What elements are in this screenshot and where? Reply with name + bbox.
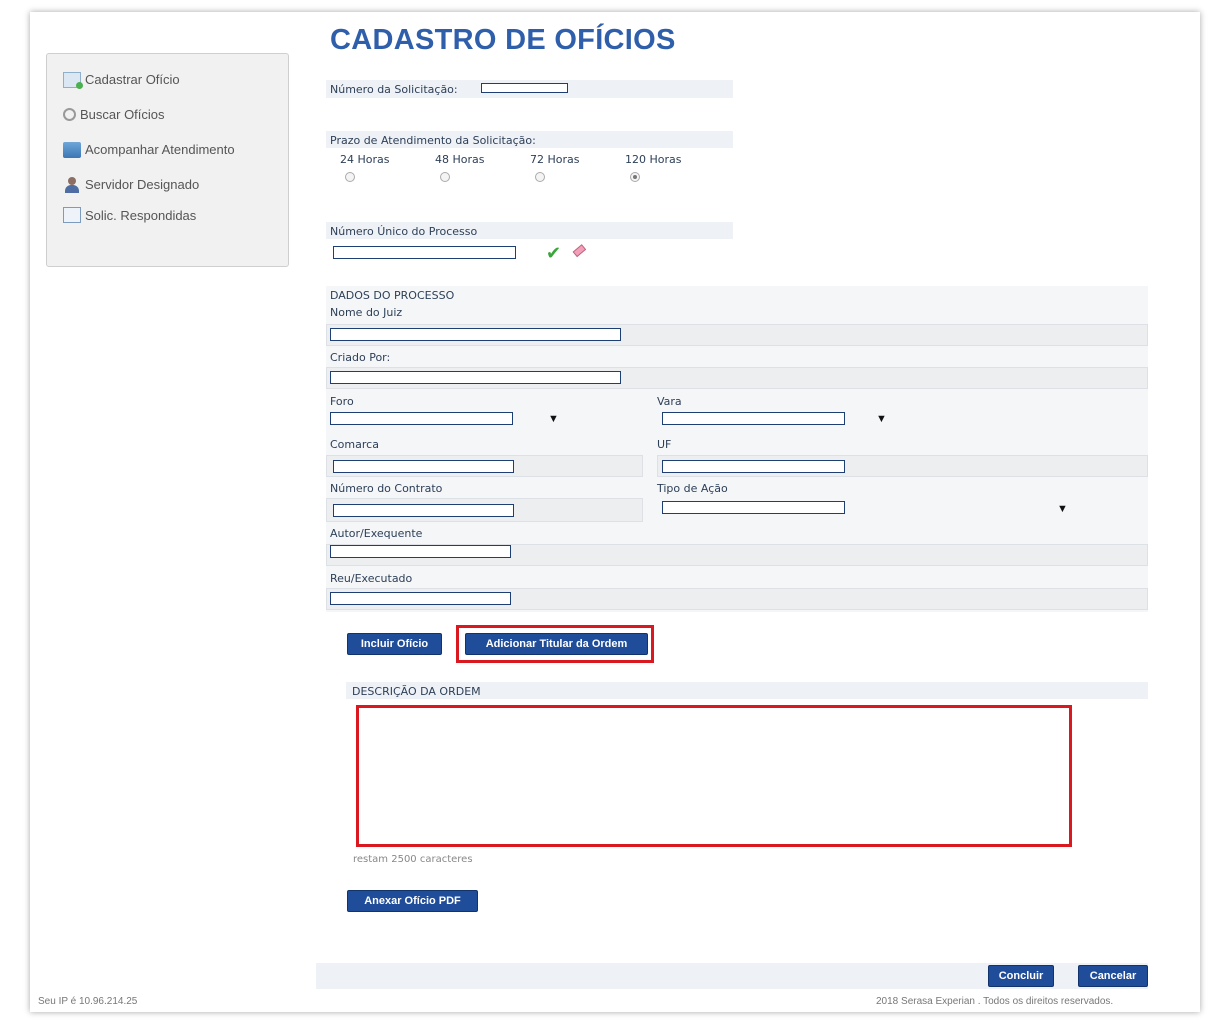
footer-copyright: 2018 Serasa Experian . Todos os direitos…	[876, 996, 1114, 1007]
chevron-down-icon[interactable]: ▼	[1057, 503, 1068, 515]
autor-input[interactable]	[330, 545, 511, 558]
sidebar-item-label: Solic. Respondidas	[85, 207, 197, 223]
uf-input[interactable]	[662, 460, 845, 473]
radio-button-selected[interactable]	[630, 172, 640, 182]
criado-por-input[interactable]	[330, 371, 621, 384]
cancelar-button[interactable]: Cancelar	[1078, 965, 1148, 987]
sidebar-item-cadastrar-oficio[interactable]: Cadastrar Ofício	[47, 62, 288, 97]
sidebar-item-solic-respondidas[interactable]: Solic. Respondidas	[47, 202, 288, 228]
numero-contrato-input[interactable]	[333, 504, 514, 517]
chevron-down-icon[interactable]: ▼	[548, 413, 559, 425]
radio-button[interactable]	[440, 172, 450, 182]
radio-24-horas[interactable]: 24 Horas	[340, 153, 435, 182]
sidebar-item-servidor-designado[interactable]: Servidor Designado	[47, 167, 288, 202]
footer-ip: Seu IP é 10.96.214.25	[38, 996, 138, 1007]
prazo-label: Prazo de Atendimento da Solicitação:	[330, 134, 536, 147]
sidebar-item-label: Acompanhar Atendimento	[85, 142, 235, 157]
reu-label: Reu/Executado	[330, 572, 413, 585]
document-add-icon	[63, 71, 83, 89]
tipo-acao-label: Tipo de Ação	[657, 482, 728, 495]
nome-juiz-label: Nome do Juiz	[330, 306, 403, 319]
criado-por-label: Criado Por:	[330, 351, 391, 364]
chart-icon	[63, 141, 81, 158]
reu-input[interactable]	[330, 592, 511, 605]
radio-button[interactable]	[535, 172, 545, 182]
radio-120-horas[interactable]: 120 Horas	[625, 153, 720, 182]
sidebar-item-label: Cadastrar Ofício	[85, 72, 180, 87]
autor-label: Autor/Exequente	[330, 527, 423, 540]
page-title: CADASTRO DE OFÍCIOS	[330, 24, 676, 56]
uf-label: UF	[657, 438, 672, 451]
sidebar-item-buscar-oficios[interactable]: Buscar Ofícios	[47, 97, 288, 132]
tipo-acao-select[interactable]	[662, 501, 845, 514]
vara-label: Vara	[657, 395, 682, 408]
numero-unico-label: Número Único do Processo	[330, 225, 478, 238]
comarca-input[interactable]	[333, 460, 514, 473]
calendar-icon	[63, 207, 81, 223]
eraser-icon[interactable]	[570, 242, 588, 260]
descricao-label: DESCRIÇÃO DA ORDEM	[352, 685, 481, 698]
foro-label: Foro	[330, 395, 354, 408]
radio-72-horas[interactable]: 72 Horas	[530, 153, 625, 182]
adicionar-titular-button[interactable]: Adicionar Titular da Ordem	[465, 633, 648, 655]
sidebar-item-label: Servidor Designado	[85, 177, 200, 192]
sidebar: Cadastrar Ofício Buscar Ofícios Acompanh…	[46, 53, 289, 267]
anexar-oficio-pdf-button[interactable]: Anexar Ofício PDF	[347, 890, 478, 912]
dados-processo-heading: DADOS DO PROCESSO	[330, 289, 455, 302]
radio-button[interactable]	[345, 172, 355, 182]
numero-solicitacao-label: Número da Solicitação:	[330, 83, 458, 96]
vara-select[interactable]	[662, 412, 845, 425]
prazo-radio-group: 24 Horas 48 Horas 72 Horas 120 Horas	[340, 153, 720, 182]
check-icon[interactable]: ✔	[546, 243, 561, 264]
foro-select[interactable]	[330, 412, 513, 425]
restam-caracteres: restam 2500 caracteres	[353, 854, 473, 865]
search-icon	[63, 108, 76, 121]
sidebar-item-acompanhar-atendimento[interactable]: Acompanhar Atendimento	[47, 132, 288, 167]
incluir-oficio-button[interactable]: Incluir Ofício	[347, 633, 442, 655]
comarca-label: Comarca	[330, 438, 379, 451]
numero-contrato-label: Número do Contrato	[330, 482, 443, 495]
nome-juiz-input[interactable]	[330, 328, 621, 341]
descricao-textarea[interactable]	[360, 709, 1068, 843]
radio-48-horas[interactable]: 48 Horas	[435, 153, 530, 182]
user-icon	[63, 176, 81, 193]
chevron-down-icon[interactable]: ▼	[876, 413, 887, 425]
numero-unico-input[interactable]	[333, 246, 516, 259]
numero-solicitacao-input[interactable]	[481, 83, 568, 93]
sidebar-item-label: Buscar Ofícios	[80, 107, 165, 122]
concluir-button[interactable]: Concluir	[988, 965, 1054, 987]
